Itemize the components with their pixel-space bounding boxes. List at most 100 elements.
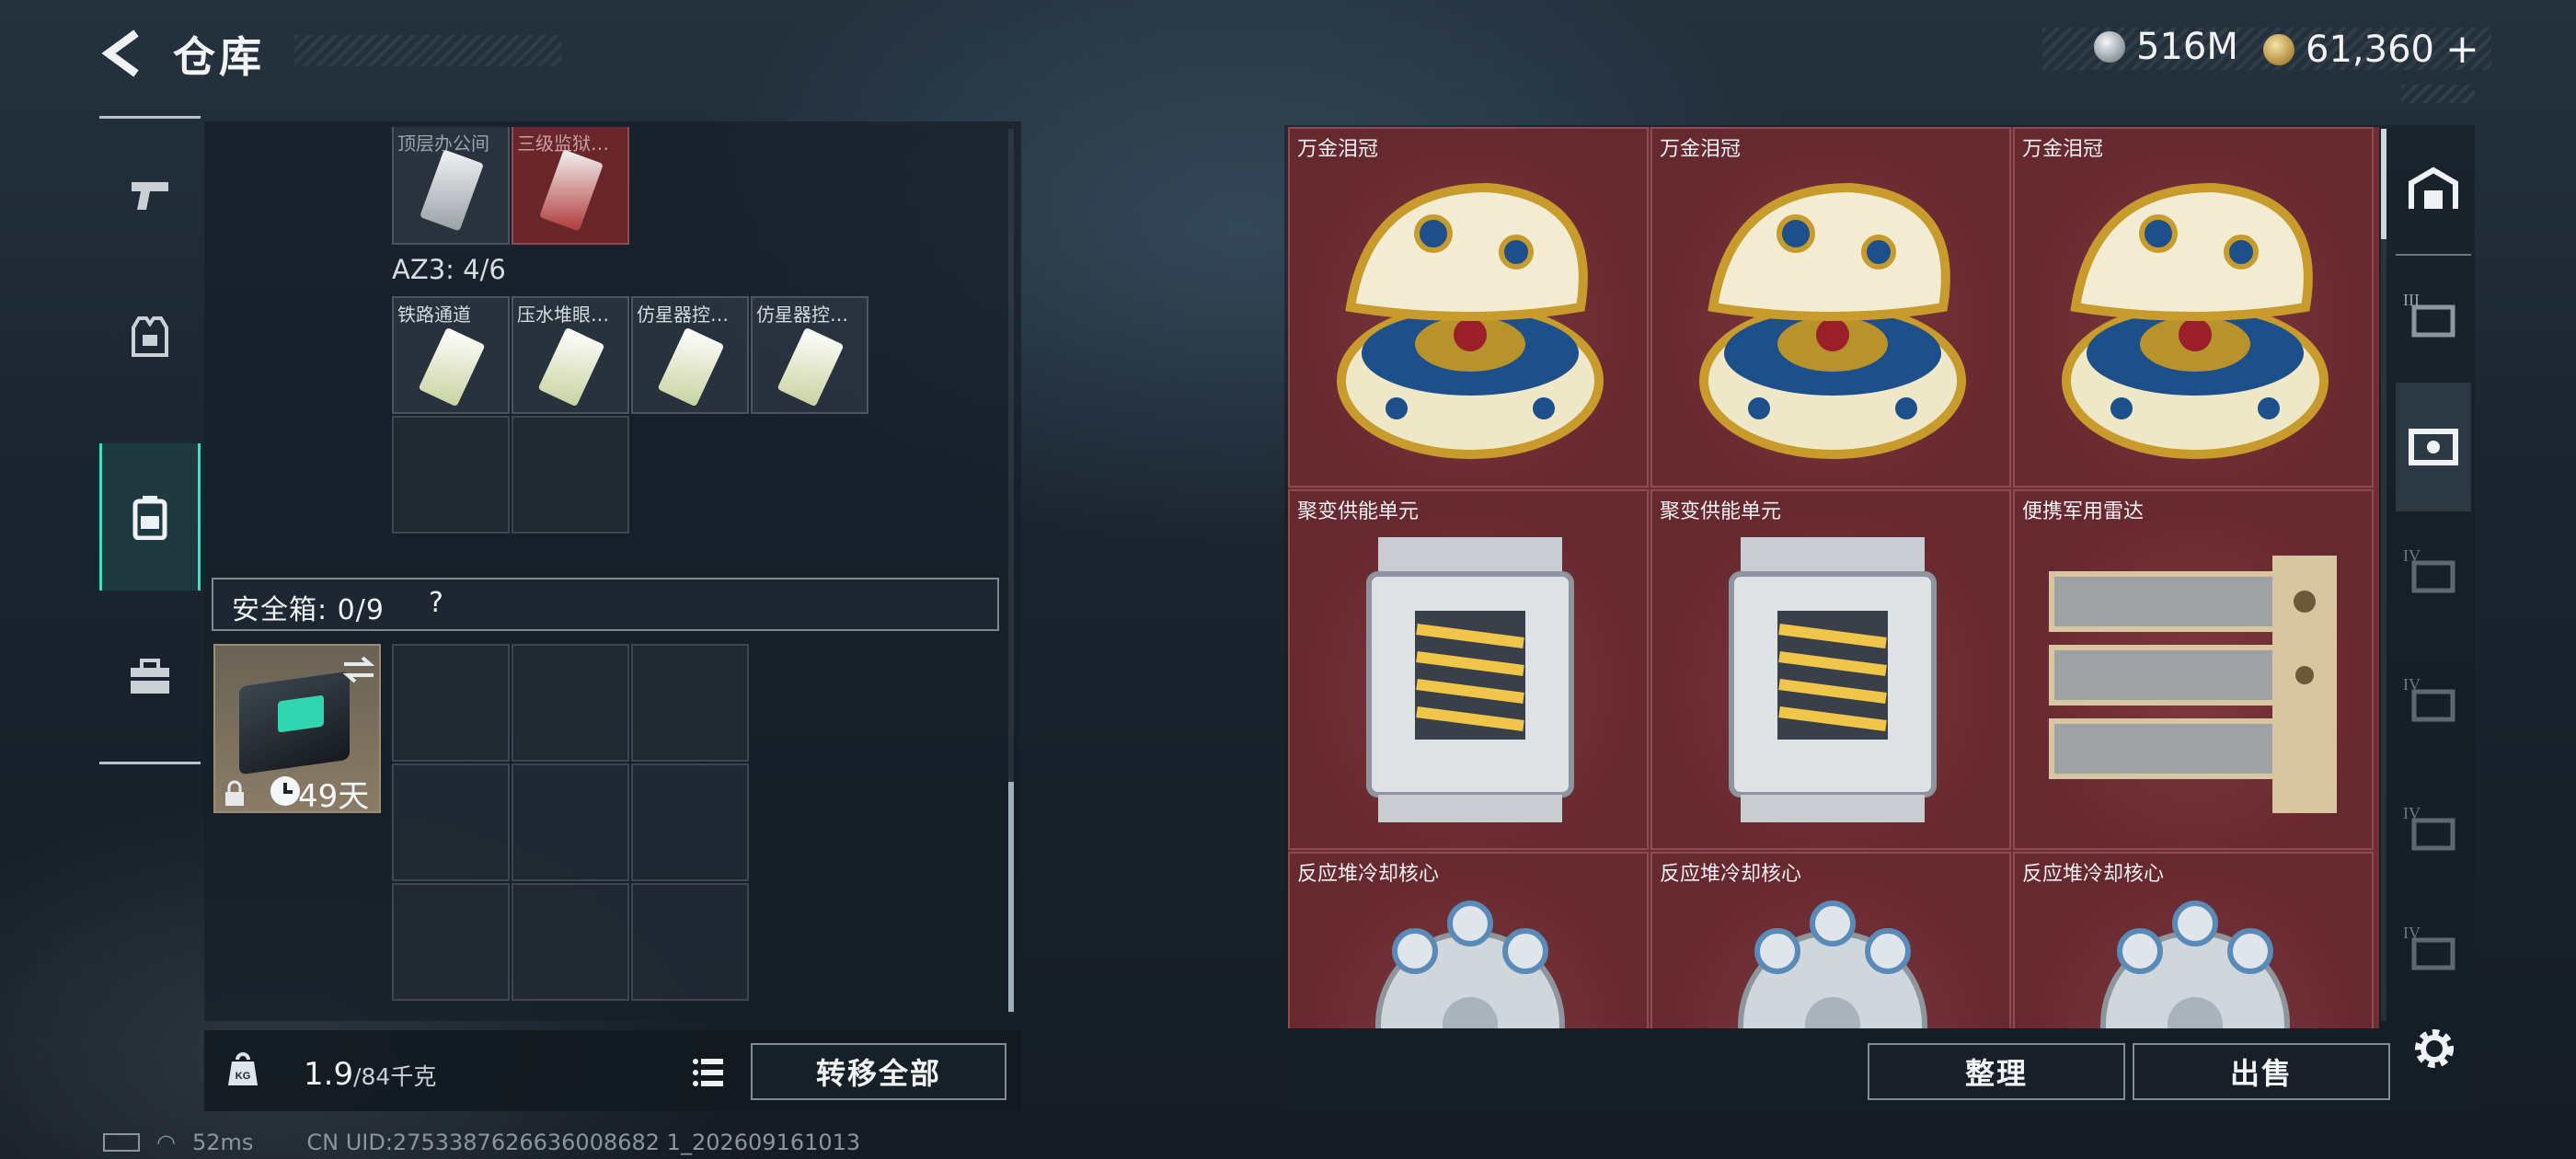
stash-grid: 万金泪冠 万金泪冠 万金泪冠 聚变供能单元 聚变供能单元 便携军用雷达 反应堆冷…: [1288, 127, 2379, 1028]
stash-item[interactable]: 万金泪冠: [1288, 127, 1649, 488]
stash-item[interactable]: 便携军用雷达: [2013, 489, 2374, 850]
chevron-left-icon: [101, 29, 139, 77]
key-slot[interactable]: 顶层办公间: [392, 127, 510, 245]
empty-key-slot[interactable]: [392, 416, 510, 534]
key-label: 压水堆眼…: [517, 304, 609, 326]
tier-label: IV: [2403, 546, 2421, 565]
stash-item[interactable]: 反应堆冷却核心: [1650, 852, 2011, 1028]
stash-tab-all[interactable]: [2396, 125, 2471, 254]
safe-box-slot[interactable]: [512, 644, 629, 762]
swap-icon[interactable]: [340, 655, 377, 684]
transfer-all-button[interactable]: 转移全部: [751, 1043, 1006, 1100]
stash-item[interactable]: 聚变供能单元: [1650, 489, 2011, 850]
vest-icon: [132, 316, 168, 357]
stash-item[interactable]: 聚变供能单元: [1288, 489, 1649, 850]
battery-icon: [103, 1133, 140, 1152]
safe-box-slot[interactable]: [392, 763, 510, 881]
currency-premium[interactable]: 61,360 +: [2263, 26, 2479, 73]
empty-key-slot[interactable]: [512, 416, 629, 534]
title-decoration: [294, 35, 561, 66]
stash-tab-3[interactable]: IV: [2396, 511, 2471, 640]
safe-box-slot[interactable]: [512, 763, 629, 881]
nav-toolbox[interactable]: [99, 603, 201, 751]
key-label: 三级监狱…: [517, 132, 609, 155]
keycard-icon: [420, 149, 484, 232]
wifi-icon: ◠: [156, 1130, 176, 1155]
safe-box-slot[interactable]: [631, 883, 749, 1001]
safe-box-slot[interactable]: [631, 644, 749, 762]
nav-backpack[interactable]: [99, 443, 201, 591]
fusion-cell-icon: [1366, 537, 1574, 822]
nav-weapons[interactable]: [99, 121, 201, 269]
military-radar-icon: [2049, 556, 2337, 813]
key-label: 顶层办公间: [397, 132, 489, 155]
safe-box-slot[interactable]: [631, 763, 749, 881]
storage-icon: [2409, 166, 2458, 209]
settings-gear-icon[interactable]: [2409, 1023, 2460, 1074]
safe-box-help-button[interactable]: ?: [429, 587, 443, 619]
safe-box-slot[interactable]: [392, 883, 510, 1001]
tier-label: IV: [2403, 804, 2421, 822]
stash-tab-2[interactable]: [2396, 383, 2471, 511]
tier-label: IV: [2403, 924, 2421, 942]
item-name: 万金泪冠: [1660, 138, 1742, 161]
right-nav-decoration: [2401, 85, 2475, 103]
list-view-button[interactable]: [684, 1049, 732, 1096]
safe-box-slot[interactable]: [512, 883, 629, 1001]
stash-scrollbar-track[interactable]: [2381, 129, 2386, 1021]
pistol-icon: [132, 182, 168, 210]
stash-item[interactable]: 万金泪冠: [1650, 127, 2011, 488]
az3-count: AZ3: 4/6: [392, 254, 506, 285]
sell-button[interactable]: 出售: [2133, 1043, 2390, 1100]
backpack-icon: [132, 496, 167, 540]
keycard-icon: [418, 327, 486, 407]
reactor-core-icon: [2100, 901, 2290, 1028]
weight-readout: 1.9/84千克: [304, 1056, 436, 1093]
back-button[interactable]: [99, 28, 144, 79]
keycard-icon: [539, 149, 604, 232]
fusion-cell-icon: [1729, 537, 1937, 822]
key-slot[interactable]: 三级监狱…: [512, 127, 629, 245]
weight-current: 1.9: [304, 1056, 354, 1093]
container-icon: [2409, 429, 2458, 465]
stash-tab-4[interactable]: IV: [2396, 640, 2471, 769]
clock-icon: [270, 776, 300, 806]
sort-button[interactable]: 整理: [1868, 1043, 2125, 1100]
secure-case-icon: [239, 671, 350, 775]
stash-item[interactable]: 反应堆冷却核心: [1288, 852, 1649, 1028]
keycard-icon: [776, 327, 845, 407]
key-label: 仿星器控…: [637, 304, 729, 326]
currency-coins[interactable]: 516M: [2094, 26, 2238, 68]
stash-scrollbar-thumb[interactable]: [2381, 129, 2386, 239]
jeweled-egg-icon: [2062, 182, 2329, 459]
item-name: 反应堆冷却核心: [1297, 863, 1440, 886]
stash-item[interactable]: 万金泪冠: [2013, 127, 2374, 488]
silver-coin-icon: [2094, 31, 2125, 63]
item-name: 便携军用雷达: [2022, 500, 2145, 523]
add-currency-button[interactable]: +: [2445, 26, 2479, 73]
nav-armor[interactable]: [99, 263, 201, 410]
jeweled-egg-icon: [1699, 182, 1966, 459]
key-slot[interactable]: 仿星器控…: [631, 296, 749, 414]
left-nav: [99, 116, 201, 765]
currency-premium-value: 61,360: [2306, 28, 2434, 71]
stash-tab-5[interactable]: IV: [2396, 769, 2471, 898]
stash-tab-1[interactable]: III: [2396, 254, 2471, 384]
key-slot[interactable]: 压水堆眼…: [512, 296, 629, 414]
ping-value: 52ms: [191, 1130, 254, 1155]
stash-tab-6[interactable]: IV: [2396, 889, 2471, 1017]
gold-coin-icon: [2263, 33, 2294, 65]
currency-coins-value: 516M: [2136, 26, 2238, 68]
item-name: 聚变供能单元: [1660, 500, 1782, 523]
status-bar: ◠ 52ms CN UID:2753387626636008682 1_2026…: [103, 1130, 860, 1155]
item-name: 万金泪冠: [2022, 138, 2104, 161]
toolbox-icon: [131, 659, 169, 694]
left-scrollbar-thumb[interactable]: [1008, 782, 1014, 1012]
key-slot[interactable]: 仿星器控…: [751, 296, 868, 414]
keycard-icon: [657, 327, 725, 407]
key-slot[interactable]: 铁路通道: [392, 296, 510, 414]
stash-item[interactable]: 反应堆冷却核心: [2013, 852, 2374, 1028]
reactor-core-icon: [1375, 901, 1565, 1028]
safe-box-label: 安全箱: 0/9: [232, 594, 385, 626]
safe-box-slot[interactable]: [392, 644, 510, 762]
